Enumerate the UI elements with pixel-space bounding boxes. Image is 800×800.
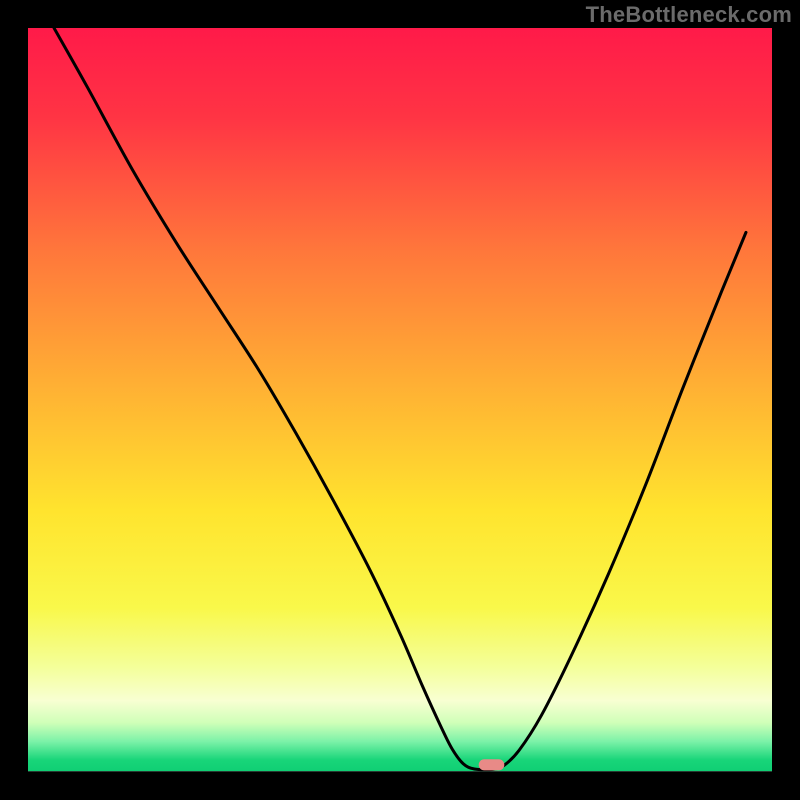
gradient-background <box>28 28 772 771</box>
chart-container: TheBottleneck.com <box>0 0 800 800</box>
attribution-text: TheBottleneck.com <box>586 2 792 28</box>
optimal-marker <box>479 759 505 770</box>
bottleneck-chart <box>0 0 800 800</box>
